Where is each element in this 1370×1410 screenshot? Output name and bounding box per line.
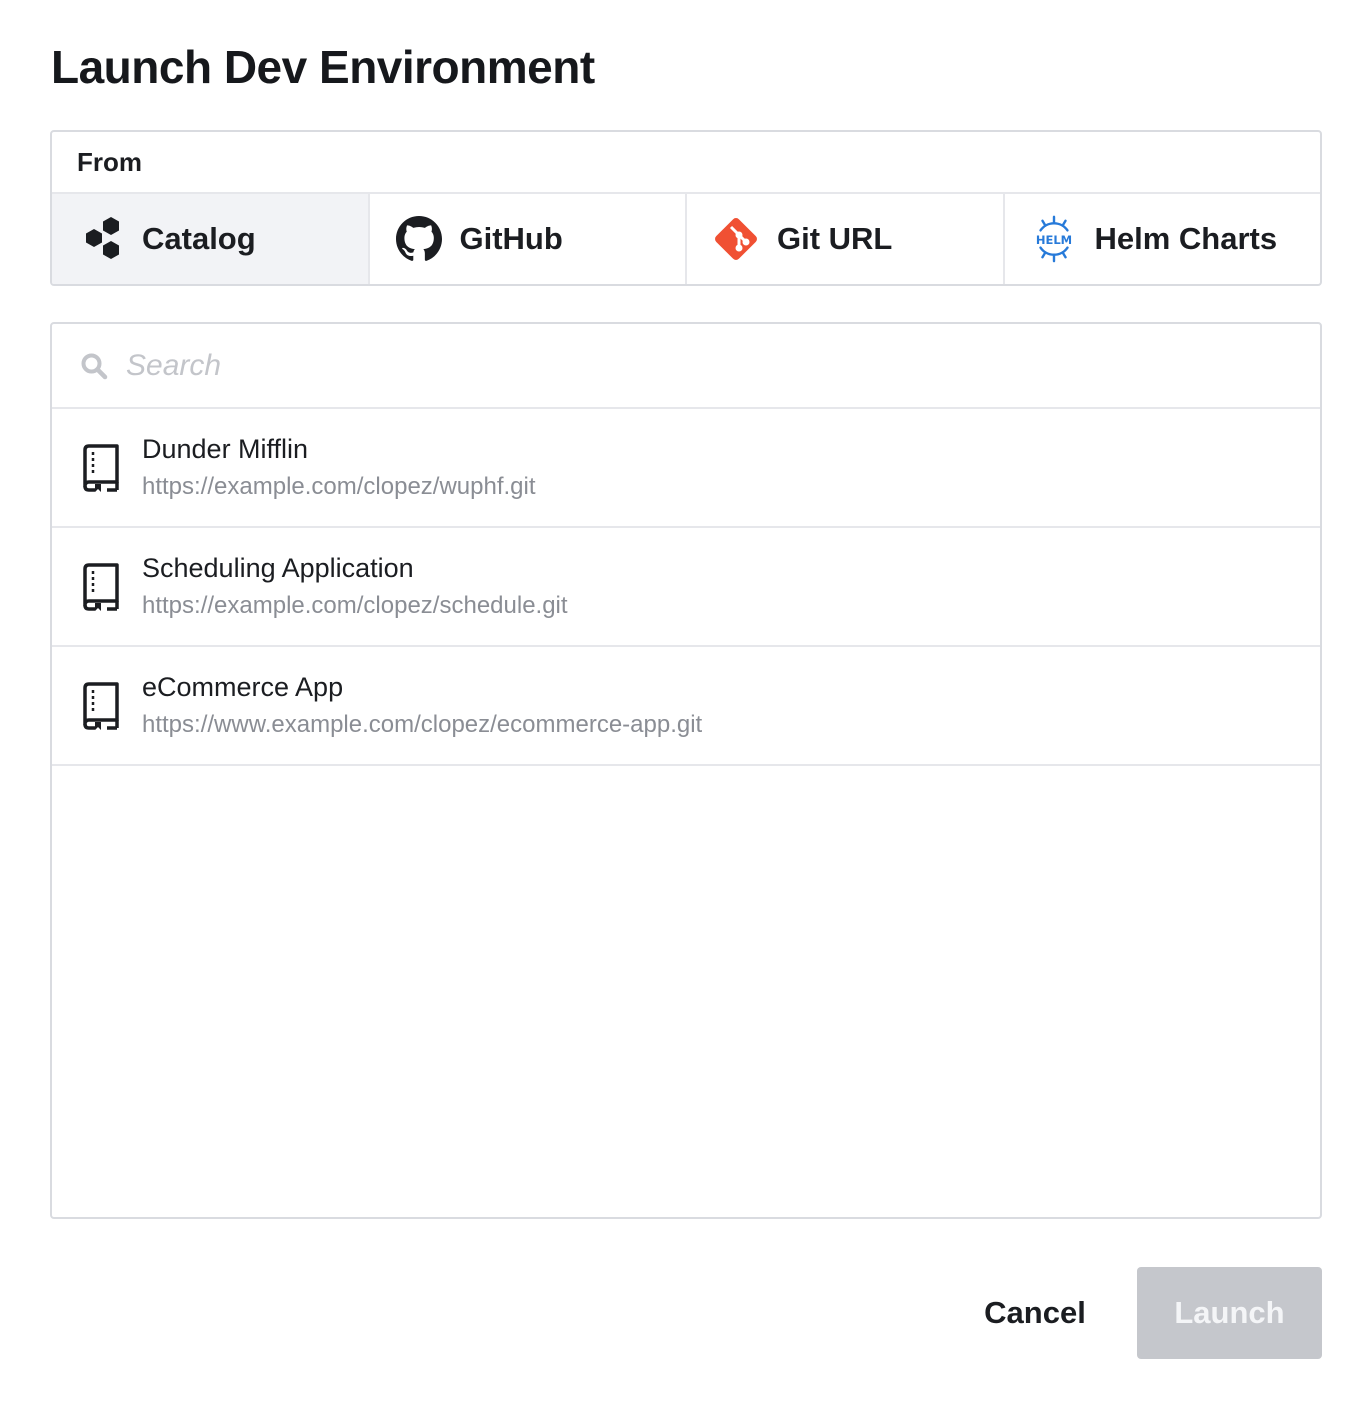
repo-text: eCommerce App https://www.example.com/cl… (142, 672, 702, 739)
tab-catalog-label: Catalog (142, 221, 256, 256)
repo-url: https://example.com/clopez/schedule.git (142, 592, 568, 619)
launch-dev-environment-dialog: Launch Dev Environment From Catalog GitH… (0, 0, 1370, 1410)
repo-name: Scheduling Application (142, 553, 414, 583)
tab-git-url[interactable]: Git URL (687, 194, 1005, 284)
github-icon (394, 214, 444, 264)
repo-book-icon (80, 681, 122, 731)
tab-git-url-label: Git URL (777, 221, 893, 256)
list-item[interactable]: eCommerce App https://www.example.com/cl… (52, 647, 1320, 766)
tab-catalog[interactable]: Catalog (52, 194, 370, 284)
search-input[interactable] (126, 348, 1226, 383)
source-selector: From Catalog GitHub Git URL HELM Helm Ch… (50, 130, 1322, 286)
repo-text: Dunder Mifflin https://example.com/clope… (142, 434, 536, 501)
list-item[interactable]: Scheduling Application https://example.c… (52, 528, 1320, 647)
search-bar (52, 324, 1320, 409)
source-tabs: Catalog GitHub Git URL HELM Helm Charts (52, 194, 1320, 284)
helm-icon: HELM (1029, 214, 1079, 264)
repo-text: Scheduling Application https://example.c… (142, 553, 568, 620)
repository-list: Dunder Mifflin https://example.com/clope… (52, 409, 1320, 766)
tab-helm-charts[interactable]: HELM Helm Charts (1005, 194, 1321, 284)
repo-url: https://example.com/clopez/wuphf.git (142, 473, 536, 500)
svg-text:HELM: HELM (1035, 233, 1071, 247)
repo-name: Dunder Mifflin (142, 434, 309, 464)
tab-github[interactable]: GitHub (370, 194, 687, 284)
repo-url: https://www.example.com/clopez/ecommerce… (142, 711, 703, 738)
source-header-label: From (52, 132, 1320, 194)
tab-helm-charts-label: Helm Charts (1094, 221, 1278, 256)
search-icon (80, 351, 108, 381)
git-icon (711, 214, 761, 264)
catalog-hexagons-icon (76, 214, 126, 264)
tab-github-label: GitHub (459, 221, 563, 256)
dialog-title: Launch Dev Environment (51, 41, 595, 93)
repo-book-icon (80, 562, 122, 612)
list-item[interactable]: Dunder Mifflin https://example.com/clope… (52, 409, 1320, 528)
repo-name: eCommerce App (142, 672, 344, 702)
repository-list-panel: Dunder Mifflin https://example.com/clope… (50, 322, 1322, 1219)
launch-button[interactable]: Launch (1137, 1267, 1322, 1359)
repo-book-icon (80, 443, 122, 493)
cancel-button[interactable]: Cancel (960, 1268, 1110, 1358)
